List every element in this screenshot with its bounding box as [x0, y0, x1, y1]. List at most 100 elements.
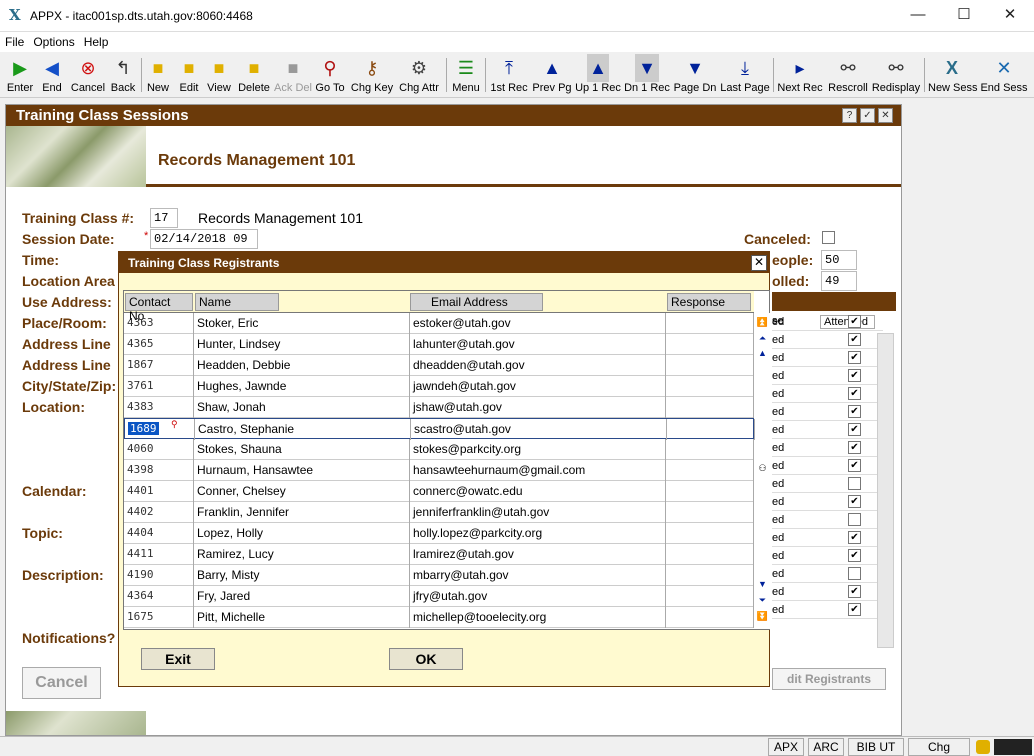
column-header-name[interactable]: Name: [195, 293, 279, 311]
cell-contact[interactable]: 4190: [124, 565, 194, 586]
cell-contact[interactable]: 4398: [124, 460, 194, 481]
redisplay-button[interactable]: ⚯ Redisplay: [871, 54, 921, 96]
cell-email[interactable]: hansawteehurnaum@gmail.com: [410, 460, 666, 481]
back-button[interactable]: ↰ Back: [108, 54, 138, 96]
cell-response[interactable]: [666, 355, 754, 376]
edit-button[interactable]: ■ Edit: [175, 54, 203, 96]
end-session-button[interactable]: ✕ End Sess: [980, 54, 1028, 96]
cell-contact[interactable]: 4383: [124, 397, 194, 418]
rescroll-button[interactable]: ⚯ Rescroll: [827, 54, 869, 96]
attended-checkbox[interactable]: ✔: [848, 441, 861, 454]
dialog-close-button[interactable]: ✕: [751, 255, 767, 271]
attended-checkbox[interactable]: ✔: [848, 423, 861, 436]
table-row[interactable]: 4411 Ramirez, Lucy lramirez@utah.gov: [124, 544, 754, 565]
menu-options[interactable]: Options: [28, 32, 78, 49]
cell-name[interactable]: Shaw, Jonah: [194, 397, 410, 418]
cell-response[interactable]: [666, 544, 754, 565]
cell-email[interactable]: jawndeh@utah.gov: [410, 376, 666, 397]
enrolled-field[interactable]: 49: [821, 271, 857, 291]
cell-contact[interactable]: 4363: [124, 313, 194, 334]
cell-response[interactable]: [666, 481, 754, 502]
table-row[interactable]: 4363 Stoker, Eric estoker@utah.gov: [124, 313, 754, 334]
enter-button[interactable]: ▶ Enter: [4, 54, 36, 96]
cell-email[interactable]: stokes@parkcity.org: [410, 439, 666, 460]
cell-contact[interactable]: 4402: [124, 502, 194, 523]
attended-checkbox[interactable]: ✔: [848, 549, 861, 562]
lookup-icon[interactable]: ⚲: [171, 419, 178, 435]
cell-email[interactable]: scastro@utah.gov: [411, 419, 667, 440]
cell-name[interactable]: Conner, Chelsey: [194, 481, 410, 502]
cell-email[interactable]: dheadden@utah.gov: [410, 355, 666, 376]
attended-checkbox[interactable]: ✔: [848, 369, 861, 382]
cell-contact[interactable]: 4060: [124, 439, 194, 460]
table-row[interactable]: 3761 Hughes, Jawnde jawndeh@utah.gov: [124, 376, 754, 397]
new-button[interactable]: ■ New: [144, 54, 172, 96]
cell-response[interactable]: [666, 313, 754, 334]
cell-contact[interactable]: 4401: [124, 481, 194, 502]
cell-name[interactable]: Hunter, Lindsey: [194, 334, 410, 355]
menu-file[interactable]: File: [0, 32, 28, 49]
attended-checkbox[interactable]: ✔: [848, 603, 861, 616]
bg-scrollbar[interactable]: [877, 333, 894, 648]
attended-checkbox[interactable]: [848, 477, 861, 490]
cell-email[interactable]: michellep@tooelecity.org: [410, 607, 666, 628]
cell-response[interactable]: [666, 376, 754, 397]
cell-name[interactable]: Pitt, Michelle: [194, 607, 410, 628]
cell-response[interactable]: [666, 439, 754, 460]
table-row[interactable]: 4383 Shaw, Jonah jshaw@utah.gov: [124, 397, 754, 418]
cell-email[interactable]: mbarry@utah.gov: [410, 565, 666, 586]
table-row[interactable]: 1867 Headden, Debbie dheadden@utah.gov: [124, 355, 754, 376]
cell-response[interactable]: [666, 586, 754, 607]
cell-email[interactable]: connerc@owatc.edu: [410, 481, 666, 502]
cell-response[interactable]: [666, 397, 754, 418]
grid-scrollbar[interactable]: ⏫ ⏶ ▲ ⚇ ▼ ⏷ ⏬: [755, 313, 771, 629]
canceled-checkbox[interactable]: [822, 231, 835, 244]
cell-contact[interactable]: 3761: [124, 376, 194, 397]
session-date-field[interactable]: 02/14/2018 09: [150, 229, 258, 249]
edit-registrants-button[interactable]: dit Registrants: [772, 668, 886, 690]
cancel-button[interactable]: ⊗ Cancel: [69, 54, 107, 96]
scroll-up-icon[interactable]: ▲: [755, 346, 770, 360]
attended-checkbox[interactable]: ✔: [848, 531, 861, 544]
table-row[interactable]: 4402 Franklin, Jennifer jenniferfranklin@u…: [124, 502, 754, 523]
view-button[interactable]: ■ View: [205, 54, 233, 96]
menu-help[interactable]: Help: [79, 32, 113, 49]
class-number-field[interactable]: 17: [150, 208, 178, 228]
people-field[interactable]: 50: [821, 250, 857, 270]
cell-response[interactable]: [666, 607, 754, 628]
cell-contact[interactable]: 4365: [124, 334, 194, 355]
page-down-button[interactable]: ▼ Page Dn: [673, 54, 717, 96]
cell-email[interactable]: jfry@utah.gov: [410, 586, 666, 607]
close-form-button[interactable]: ✕: [878, 108, 893, 123]
scroll-down-icon[interactable]: ▼: [755, 577, 770, 591]
table-row[interactable]: 4364 Fry, Jared jfry@utah.gov: [124, 586, 754, 607]
cell-name[interactable]: Ramirez, Lucy: [194, 544, 410, 565]
ok-check-button[interactable]: ✓: [860, 108, 875, 123]
change-key-button[interactable]: ⚷ Chg Key: [350, 54, 394, 96]
cell-contact[interactable]: 1689 ⚲: [125, 419, 195, 440]
new-session-button[interactable]: X New Sess: [928, 54, 978, 96]
table-row-selected[interactable]: 1689 ⚲ Castro, Stephanie scastro@utah.gov: [124, 418, 755, 440]
attended-checkbox[interactable]: ✔: [848, 315, 861, 328]
cell-response[interactable]: [666, 523, 754, 544]
prev-page-button[interactable]: ▲ Prev Pg: [531, 54, 573, 96]
cell-email[interactable]: jshaw@utah.gov: [410, 397, 666, 418]
cell-contact[interactable]: 4404: [124, 523, 194, 544]
attended-checkbox[interactable]: ✔: [848, 585, 861, 598]
scroll-last-icon[interactable]: ⏬: [755, 609, 770, 623]
cell-name[interactable]: Hughes, Jawnde: [194, 376, 410, 397]
cell-response[interactable]: [666, 334, 754, 355]
cell-name[interactable]: Franklin, Jennifer: [194, 502, 410, 523]
cell-name[interactable]: Headden, Debbie: [194, 355, 410, 376]
scroll-page-down-icon[interactable]: ⏷: [755, 593, 770, 607]
table-row[interactable]: 4365 Hunter, Lindsey lahunter@utah.gov: [124, 334, 754, 355]
attended-checkbox[interactable]: ✔: [848, 459, 861, 472]
attended-checkbox[interactable]: ✔: [848, 351, 861, 364]
help-button[interactable]: ?: [842, 108, 857, 123]
table-row[interactable]: 4401 Conner, Chelsey connerc@owatc.edu: [124, 481, 754, 502]
menu-button[interactable]: ☰ Menu: [451, 54, 481, 96]
cell-name[interactable]: Hurnaum, Hansawtee: [194, 460, 410, 481]
attended-checkbox[interactable]: [848, 513, 861, 526]
binoculars-icon[interactable]: ⚇: [755, 461, 770, 475]
column-header-contact[interactable]: Contact No: [125, 293, 193, 323]
